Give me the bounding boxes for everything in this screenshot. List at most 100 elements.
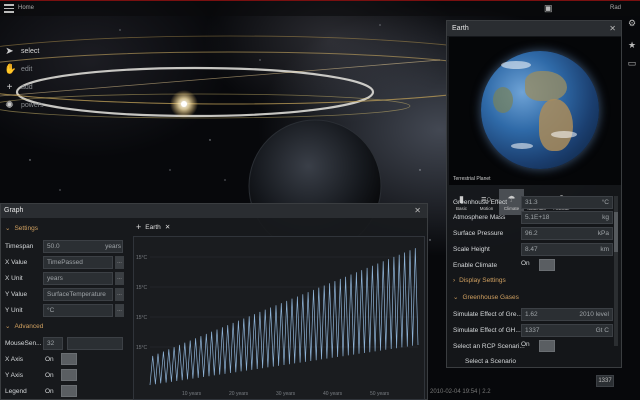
- panel-title: Earth: [452, 25, 469, 32]
- tool-edit-label: edit: [21, 66, 33, 73]
- prop-label: Greenhouse Effect: [453, 199, 508, 206]
- prop-value-field[interactable]: 5.1E+18 kg: [521, 211, 613, 224]
- timespan-row: Timespan 50.0 years: [1, 239, 127, 254]
- x-unit-field[interactable]: years: [43, 272, 113, 285]
- prop-label: Atmosphere Mass: [453, 214, 506, 221]
- select-scenario-label: Select a Scenario: [465, 358, 516, 365]
- dropdown-icon[interactable]: …: [115, 256, 124, 269]
- prop-value-field[interactable]: 8.47 km: [521, 243, 613, 256]
- graph-series-tab[interactable]: + Earth ✕: [133, 220, 170, 234]
- tool-add-label: add: [21, 84, 33, 91]
- enable-climate-label: Enable Climate: [453, 262, 498, 269]
- earth-globe: [481, 51, 599, 169]
- y-unit-row: Y Unit °C …: [1, 303, 127, 318]
- y-value-value: SurfaceTemperature: [47, 291, 106, 298]
- y-tick-label: 15°C: [136, 285, 148, 291]
- y-value-row: Y Value SurfaceTemperature …: [1, 287, 127, 302]
- panel-scroll-thumb[interactable]: [614, 212, 618, 252]
- x-axis-toggle[interactable]: [61, 353, 77, 365]
- gas-unit: 2010 level: [579, 311, 609, 318]
- prop-unit: km: [600, 246, 609, 253]
- rcp-state: On: [521, 341, 530, 348]
- rcp-label: Select an RCP Scenari...: [453, 343, 525, 350]
- advanced-label: Advanced: [14, 323, 44, 330]
- display-settings-section[interactable]: › Display Settings: [449, 277, 619, 290]
- bottom-value-box[interactable]: 1337: [596, 375, 614, 387]
- legend-label: Legend: [5, 388, 27, 395]
- window-icon[interactable]: ▣: [544, 3, 553, 14]
- timespan-label: Timespan: [5, 243, 34, 250]
- close-icon[interactable]: ✕: [609, 21, 616, 36]
- menu-icon[interactable]: [4, 4, 14, 13]
- mouse-sensitivity-value: 32: [47, 340, 55, 347]
- enable-climate-toggle[interactable]: [539, 259, 555, 271]
- prop-unit: °C: [601, 199, 609, 206]
- select-scenario-row[interactable]: Select a Scenario: [449, 354, 619, 369]
- power-icon: ✺: [5, 100, 14, 111]
- cursor-icon: ➤: [5, 46, 14, 57]
- rcp-toggle[interactable]: [539, 340, 555, 352]
- chevron-right-icon: ›: [453, 277, 456, 284]
- tool-edit[interactable]: ✋ edit: [4, 64, 32, 75]
- graph-plot[interactable]: 15°C 15°C 15°C 15°C 10 years 20 years 30 year…: [133, 236, 425, 400]
- tool-powers[interactable]: ✺ powers: [4, 100, 43, 111]
- x-axis-label: X Axis: [5, 356, 24, 363]
- prop-value: 5.1E+18: [525, 214, 550, 221]
- gas-label: Simulate Effect of Gre...: [453, 311, 522, 318]
- dropdown-icon[interactable]: …: [115, 288, 124, 301]
- prop-value-field[interactable]: 31.3 °C: [521, 196, 613, 209]
- gas-unit: Gt C: [595, 327, 609, 334]
- x-value-field[interactable]: TimePassed: [43, 256, 113, 269]
- greenhouse-gases-section[interactable]: ⌄ Greenhouse Gases: [449, 293, 619, 306]
- x-value-value: TimePassed: [47, 259, 83, 266]
- x-unit-row: X Unit years …: [1, 271, 127, 286]
- prop-unit: kPa: [597, 230, 609, 237]
- gas-value-field[interactable]: 1.62 2010 level: [521, 308, 613, 321]
- graph-settings: ⌄ Settings Timespan 50.0 years X Value Ti…: [1, 218, 129, 400]
- plus-icon: +: [6, 82, 13, 93]
- gas-label: Simulate Effect of GH...: [453, 327, 521, 334]
- greenhouse-gases-label: Greenhouse Gases: [462, 294, 519, 301]
- prop-scale-height: Scale Height 8.47 km: [449, 242, 619, 257]
- tool-select[interactable]: ➤ select: [4, 46, 39, 57]
- gas-value: 1.62: [525, 311, 538, 318]
- planet-preview[interactable]: Terrestrial Planet: [449, 37, 621, 185]
- mouse-sensitivity-slider[interactable]: [67, 337, 123, 350]
- prop-label: Surface Pressure: [453, 230, 504, 237]
- dropdown-icon[interactable]: …: [115, 272, 124, 285]
- graph-svg: 15°C 15°C 15°C 15°C 10 years 20 years 30 year…: [136, 248, 419, 397]
- prop-unit: kg: [602, 214, 609, 221]
- prop-value: 31.3: [525, 199, 538, 206]
- close-icon[interactable]: ✕: [414, 204, 421, 218]
- legend-toggle[interactable]: [61, 385, 77, 397]
- y-axis-label: Y Axis: [5, 372, 23, 379]
- x-tick-label: 50 years: [370, 391, 390, 397]
- y-tick-label: 15°C: [136, 315, 148, 321]
- enable-climate-row: Enable Climate On: [449, 258, 619, 273]
- x-value-label: X Value: [5, 259, 28, 266]
- screen-icon[interactable]: ▭: [624, 58, 640, 76]
- y-unit-value: °C: [47, 307, 55, 314]
- x-tick-label: 40 years: [323, 391, 343, 397]
- gas-value-field[interactable]: 1337 Gt C: [521, 324, 613, 337]
- x-tick-label: 20 years: [229, 391, 249, 397]
- rcp-row: Select an RCP Scenari... On: [449, 339, 619, 354]
- series-tab-label: Earth: [145, 223, 161, 231]
- graph-panel: Graph ✕ ⌄ Settings Timespan 50.0 years X …: [0, 203, 428, 400]
- mouse-sensitivity-field[interactable]: 32: [43, 337, 63, 350]
- star-icon[interactable]: ★: [624, 40, 640, 58]
- y-unit-label: Y Unit: [5, 307, 23, 314]
- x-axis-row: X Axis On: [1, 352, 127, 367]
- tool-add[interactable]: + add: [4, 82, 33, 93]
- right-toolbar: ⚙ ★ ▭: [624, 18, 640, 76]
- add-series-icon[interactable]: +: [136, 222, 141, 232]
- dropdown-icon[interactable]: …: [115, 304, 124, 317]
- close-icon[interactable]: ✕: [165, 223, 170, 231]
- graph-title: Graph: [4, 207, 24, 214]
- gear-icon[interactable]: ⚙: [624, 18, 640, 40]
- prop-surface-pressure: Surface Pressure 96.2 kPa: [449, 226, 619, 241]
- prop-value-field[interactable]: 96.2 kPa: [521, 227, 613, 240]
- y-value-field[interactable]: SurfaceTemperature: [43, 288, 113, 301]
- y-unit-field[interactable]: °C: [43, 304, 113, 317]
- y-axis-toggle[interactable]: [61, 369, 77, 381]
